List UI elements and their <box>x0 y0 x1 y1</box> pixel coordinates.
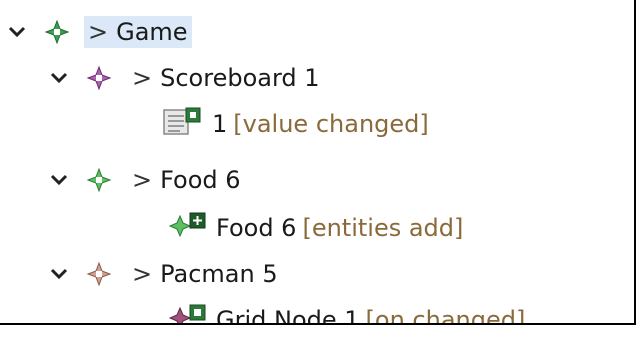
prefix-marker: > <box>132 64 153 92</box>
chevron-down-icon[interactable] <box>48 169 70 191</box>
chevron-down-icon[interactable] <box>48 67 70 89</box>
chevron-down-icon[interactable] <box>6 21 28 43</box>
tree-item-food-entity[interactable]: Food 6 [entities add] <box>168 205 463 251</box>
item-decoration: [entities add] <box>302 214 464 242</box>
grid-node-icon <box>168 302 208 323</box>
item-label: Pacman 5 <box>160 260 278 288</box>
tree-item-value[interactable]: 1 [value changed] <box>162 101 429 147</box>
tree-item-food[interactable]: > Food 6 <box>48 157 241 203</box>
item-decoration: [on changed] <box>365 306 526 325</box>
tree-item-label: > Scoreboard 1 <box>132 64 320 92</box>
item-label: Scoreboard 1 <box>160 64 320 92</box>
add-entity-icon <box>168 210 208 246</box>
tree-item-scoreboard[interactable]: > Scoreboard 1 <box>48 55 320 101</box>
tan-diamond-icon <box>86 261 112 287</box>
item-label: Food 6 <box>216 214 297 242</box>
item-label: Food 6 <box>160 166 241 194</box>
prefix-marker: > <box>132 260 153 288</box>
tree-item-label: > Game <box>84 16 192 48</box>
value-table-icon <box>162 106 202 142</box>
prefix-marker: > <box>132 166 153 194</box>
item-label: Game <box>116 18 188 46</box>
chevron-down-icon[interactable] <box>48 263 70 285</box>
purple-diamond-icon <box>86 65 112 91</box>
tree-item-game[interactable]: > Game <box>6 9 192 55</box>
tree-item-pacman[interactable]: > Pacman 5 <box>48 251 278 297</box>
tree-item-label: > Food 6 <box>132 166 241 194</box>
prefix-marker: > <box>88 18 109 46</box>
item-label: 1 <box>212 110 228 138</box>
item-decoration: [value changed] <box>233 110 429 138</box>
green-diamond-icon <box>86 167 112 193</box>
tree-item-grid-node[interactable]: Grid Node 1 [on changed] <box>168 297 526 325</box>
tree-view: > Game > Scoreboard 1 1 [value changed] … <box>0 0 636 325</box>
item-label: Grid Node 1 <box>216 306 360 325</box>
tree-item-label: > Pacman 5 <box>132 260 278 288</box>
green-diamond-icon <box>44 19 70 45</box>
